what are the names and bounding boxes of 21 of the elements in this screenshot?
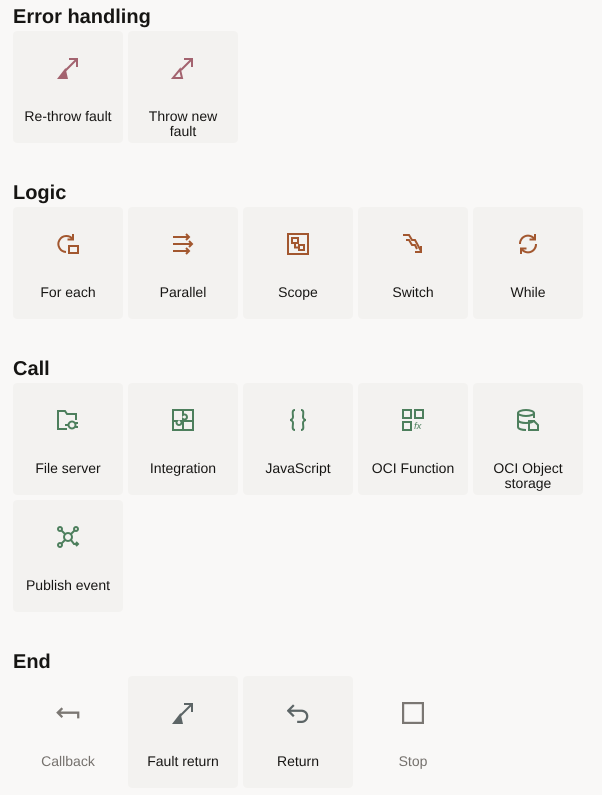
palette-tile[interactable]: Fault return — [128, 676, 238, 788]
section-heading: Call — [13, 357, 50, 381]
palette-tile[interactable]: Integration — [128, 383, 238, 495]
palette-tile[interactable]: Switch — [358, 207, 468, 319]
left-arrow-icon — [56, 706, 80, 720]
section-heading: End — [13, 650, 51, 674]
palette-tile[interactable]: Return — [243, 676, 353, 788]
section-heading: Error handling — [13, 5, 151, 29]
square-icon — [402, 702, 424, 724]
palette-tile[interactable]: Parallel — [128, 207, 238, 319]
palette-tile[interactable]: Scope — [243, 207, 353, 319]
palette-tile[interactable]: JavaScript — [243, 383, 353, 495]
palette-tile[interactable]: OCI Object storage — [473, 383, 583, 495]
palette-tile[interactable]: For each — [13, 207, 123, 319]
palette-tile[interactable]: Throw new fault — [128, 31, 238, 143]
palette-tile[interactable]: While — [473, 207, 583, 319]
palette-tile[interactable]: Publish event — [13, 500, 123, 612]
palette-tile[interactable]: fx OCI Function — [358, 383, 468, 495]
palette-tile[interactable]: File server — [13, 383, 123, 495]
section-heading: Logic — [13, 181, 66, 205]
palette-tile[interactable]: Re-throw fault — [13, 31, 123, 143]
